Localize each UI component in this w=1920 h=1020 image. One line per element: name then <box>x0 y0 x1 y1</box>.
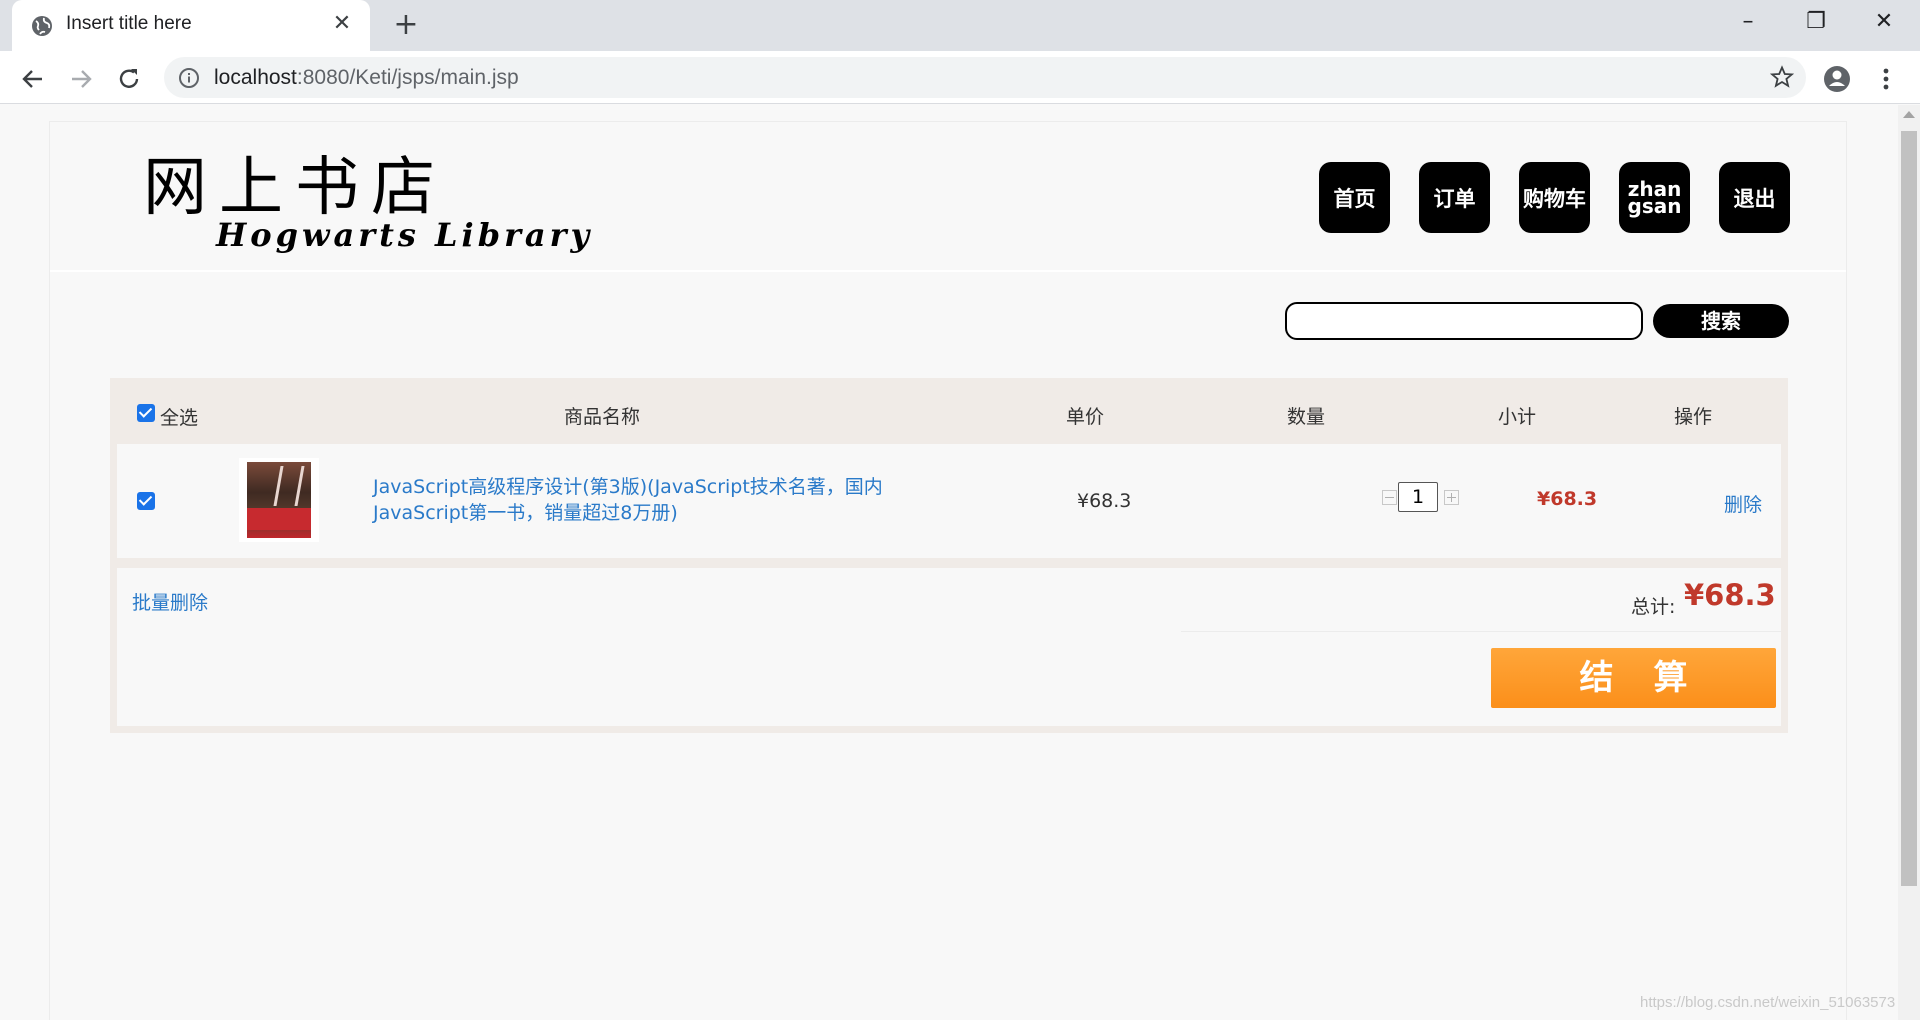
bookmark-star-icon[interactable] <box>1770 65 1794 89</box>
scrollbar-thumb[interactable] <box>1901 131 1917 886</box>
product-name-link[interactable]: JavaScript高级程序设计(第3版)(JavaScript技术名著，国内J… <box>373 474 933 526</box>
item-subtotal: ¥68.3 <box>1537 488 1598 510</box>
more-menu-icon[interactable] <box>1871 64 1901 94</box>
cart-header: 全选 商品名称 单价 数量 小计 操作 <box>110 378 1788 444</box>
search-button[interactable]: 搜索 <box>1653 304 1789 338</box>
logo-english: Hogwarts Library <box>216 216 594 254</box>
col-unit-price: 单价 <box>1066 406 1105 428</box>
total-value: ¥68.3 <box>1684 578 1776 612</box>
cover-band <box>247 508 311 530</box>
browser-tab[interactable]: Insert title here ✕ <box>12 0 370 51</box>
cart-table: 全选 商品名称 单价 数量 小计 操作 JavaScript高级程序设计(第3版… <box>110 378 1788 733</box>
col-quantity: 数量 <box>1287 406 1326 428</box>
tab-title: Insert title here <box>66 13 192 34</box>
checkout-button[interactable]: 结算 <box>1491 648 1776 708</box>
globe-icon <box>32 16 52 36</box>
page-viewport: 网上书店 Hogwarts Library 首页 订单 购物车 zhangsan… <box>0 105 1898 1020</box>
book-cover-art <box>247 462 311 538</box>
close-tab-icon[interactable]: ✕ <box>330 12 354 36</box>
watermark: https://blog.csdn.net/weixin_51063573 <box>1640 994 1896 1011</box>
info-icon[interactable] <box>178 67 200 89</box>
select-all-label[interactable]: 全选 <box>160 403 198 430</box>
nav-user-button[interactable]: zhangsan <box>1619 162 1690 233</box>
increase-quantity-button[interactable] <box>1444 490 1459 505</box>
minimize-icon[interactable]: – <box>1730 8 1766 36</box>
scroll-up-arrow-icon[interactable] <box>1903 111 1915 118</box>
nav-home-button[interactable]: 首页 <box>1319 162 1390 233</box>
col-subtotal: 小计 <box>1498 406 1537 428</box>
close-window-icon[interactable]: ✕ <box>1866 8 1902 36</box>
footer-divider <box>1181 631 1781 632</box>
search-input[interactable] <box>1285 302 1643 340</box>
book-cover-image[interactable] <box>239 458 319 542</box>
nav-orders-button[interactable]: 订单 <box>1419 162 1490 233</box>
new-tab-icon[interactable]: + <box>390 10 422 42</box>
reload-icon[interactable] <box>114 64 144 94</box>
page-scrollbar[interactable] <box>1898 105 1920 1020</box>
cart-item-row: JavaScript高级程序设计(第3版)(JavaScript技术名著，国内J… <box>117 444 1781 558</box>
back-icon[interactable] <box>18 64 48 94</box>
total-label: 总计: <box>1631 596 1676 618</box>
address-bar[interactable]: localhost:8080/Keti/jsps/main.jsp <box>164 57 1806 98</box>
col-action: 操作 <box>1674 406 1713 428</box>
browser-toolbar: localhost:8080/Keti/jsps/main.jsp <box>0 51 1920 104</box>
unit-price: ¥68.3 <box>1077 490 1132 512</box>
restore-icon[interactable]: ❐ <box>1798 8 1834 36</box>
select-all-checkbox[interactable] <box>137 404 155 422</box>
url-text: localhost:8080/Keti/jsps/main.jsp <box>214 66 519 89</box>
profile-icon[interactable] <box>1822 64 1852 94</box>
col-name: 商品名称 <box>564 406 641 428</box>
quantity-stepper: 1 <box>1382 482 1459 512</box>
batch-delete-link[interactable]: 批量删除 <box>132 588 208 615</box>
delete-item-link[interactable]: 删除 <box>1724 490 1762 517</box>
nav-cart-button[interactable]: 购物车 <box>1519 162 1590 233</box>
quantity-input[interactable]: 1 <box>1398 482 1438 512</box>
item-checkbox[interactable] <box>137 492 155 510</box>
page-container: 网上书店 Hogwarts Library 首页 订单 购物车 zhangsan… <box>49 121 1847 1020</box>
nav-logout-button[interactable]: 退出 <box>1719 162 1790 233</box>
tab-strip: Insert title here ✕ + – ❐ ✕ <box>0 0 1920 51</box>
decrease-quantity-button[interactable] <box>1382 490 1397 505</box>
logo-chinese[interactable]: 网上书店 <box>143 136 447 228</box>
cart-footer: 批量删除 总计: ¥68.3 结算 <box>117 568 1781 726</box>
forward-icon[interactable] <box>66 64 96 94</box>
cover-letter-shape <box>273 466 305 506</box>
site-header: 网上书店 Hogwarts Library 首页 订单 购物车 zhangsan… <box>50 122 1846 272</box>
